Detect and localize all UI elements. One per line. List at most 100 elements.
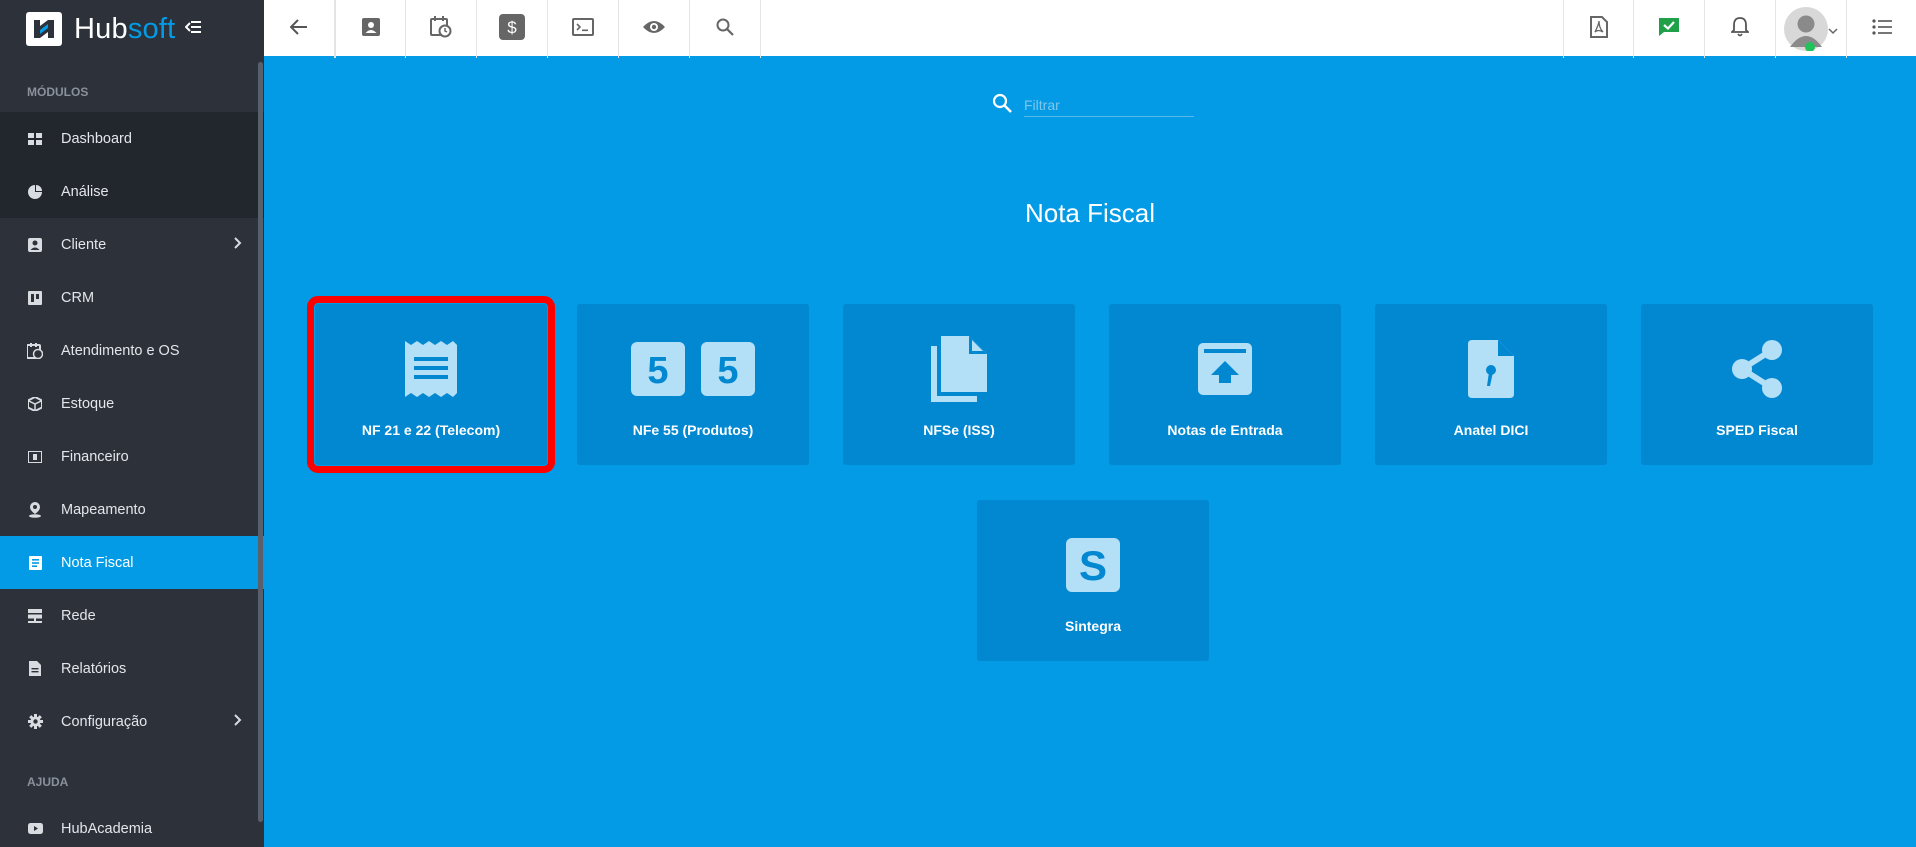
sidebar-item-crm[interactable]: CRM: [0, 271, 264, 324]
file-comma-icon: [1466, 338, 1516, 400]
tile-label: NFe 55 (Produtos): [632, 422, 754, 438]
search-icon: [716, 18, 734, 41]
tile-label: NFSe (ISS): [923, 422, 995, 438]
tile-anatel-dici[interactable]: Anatel DICI: [1375, 304, 1607, 465]
file-copy-icon: [929, 336, 989, 402]
sidebar-item-label: HubAcademia: [61, 820, 153, 837]
filter-input[interactable]: [1024, 93, 1194, 117]
tile-nf-telecom[interactable]: NF 21 e 22 (Telecom): [307, 296, 555, 473]
list-menu-button[interactable]: [1847, 0, 1916, 58]
kanban-icon: [27, 290, 43, 306]
tile-nfe-produtos[interactable]: 55 NFe 55 (Produtos): [577, 304, 809, 465]
svg-text:S: S: [1079, 542, 1107, 589]
tile-notas-entrada[interactable]: Notas de Entrada: [1109, 304, 1341, 465]
receipt-icon: [403, 338, 459, 400]
avatar: [1784, 7, 1828, 52]
sidebar-item-configuracao[interactable]: Configuração: [0, 695, 264, 748]
brand-name-part2: soft: [127, 12, 176, 45]
calendar-clock-icon: [430, 15, 452, 43]
sidebar-item-label: Cliente: [61, 236, 107, 253]
sidebar-item-label: Dashboard: [61, 130, 132, 147]
sidebar-item-mapeamento[interactable]: Mapeamento: [0, 483, 264, 536]
number-55-icon: 55: [631, 338, 755, 400]
sidebar-item-atendimento[interactable]: Atendimento e OS: [0, 324, 264, 377]
section-label-help: AJUDA: [27, 775, 69, 789]
sidebar-item-label: Análise: [61, 183, 109, 200]
sidebar-scrollbar[interactable]: [258, 62, 263, 822]
sidebar-item-financeiro[interactable]: Financeiro: [0, 430, 264, 483]
search-shortcut-button[interactable]: [690, 0, 761, 58]
sidebar: Hubsoft MÓDULOS Dashboard Análise Client…: [0, 0, 264, 847]
sidebar-item-label: Nota Fiscal: [61, 554, 134, 571]
pdf-button[interactable]: [1563, 0, 1634, 58]
check-message-icon: [1658, 17, 1680, 42]
tile-sintegra[interactable]: S Sintegra: [977, 500, 1209, 661]
report-icon: [27, 661, 43, 677]
tile-label: Notas de Entrada: [1167, 422, 1283, 438]
page-title: Nota Fiscal: [1024, 198, 1156, 228]
tile-nfse-iss[interactable]: NFSe (ISS): [843, 304, 1075, 465]
user-menu-button[interactable]: [1776, 0, 1847, 58]
top-toolbar: $: [264, 0, 1916, 58]
sidebar-item-relatorios[interactable]: Relatórios: [0, 642, 264, 695]
brand-name-part1: Hub: [74, 12, 128, 45]
pie-chart-icon: [27, 184, 43, 200]
sidebar-item-hubacademia[interactable]: HubAcademia: [0, 802, 264, 847]
sidebar-item-rede[interactable]: Rede: [0, 589, 264, 642]
sidebar-item-label: Mapeamento: [61, 501, 146, 518]
svg-text:$: $: [507, 18, 517, 37]
filter-bar: [992, 90, 1212, 120]
sidebar-item-label: Atendimento e OS: [61, 342, 180, 359]
list-icon: [1871, 18, 1892, 40]
bell-icon: [1729, 16, 1751, 42]
arrow-left-icon: [289, 18, 308, 40]
pdf-file-icon: [1589, 15, 1608, 43]
youtube-icon: [27, 821, 43, 837]
brand-name: Hubsoft: [74, 13, 175, 46]
view-shortcut-button[interactable]: [619, 0, 690, 58]
notifications-button[interactable]: [1705, 0, 1776, 58]
svg-text:5: 5: [647, 350, 668, 392]
terminal-icon: [572, 17, 594, 41]
sidebar-item-nota-fiscal[interactable]: Nota Fiscal: [0, 536, 264, 589]
tile-label: Sintegra: [1064, 618, 1121, 634]
archive-upload-icon: [1196, 338, 1254, 400]
chevron-right-icon: [234, 714, 242, 730]
finance-shortcut-button[interactable]: $: [477, 0, 548, 58]
eye-icon: [642, 19, 666, 40]
sidebar-item-label: Rede: [61, 607, 96, 624]
letter-s-icon: S: [1066, 534, 1120, 596]
money-icon: [27, 449, 43, 465]
tile-label: Anatel DICI: [1453, 422, 1529, 438]
sidebar-item-cliente[interactable]: Cliente: [0, 218, 264, 271]
contact-card-icon: [27, 237, 43, 253]
tile-sped-fiscal[interactable]: SPED Fiscal: [1641, 304, 1873, 465]
gear-icon: [27, 714, 43, 730]
sidebar-item-label: Relatórios: [61, 660, 127, 677]
schedule-shortcut-button[interactable]: [406, 0, 477, 58]
share-icon: [1728, 338, 1786, 400]
calendar-clock-icon: [27, 342, 43, 359]
sidebar-item-estoque[interactable]: Estoque: [0, 377, 264, 430]
search-icon: [992, 93, 1012, 118]
hubsoft-logo-icon[interactable]: [26, 12, 62, 46]
clients-shortcut-button[interactable]: [335, 0, 406, 58]
back-button[interactable]: [264, 0, 335, 58]
map-pin-icon: [27, 501, 43, 518]
tile-label: SPED Fiscal: [1716, 422, 1798, 438]
tasks-button[interactable]: [1634, 0, 1705, 58]
section-label-modules: MÓDULOS: [27, 85, 89, 99]
sidebar-item-analise[interactable]: Análise: [0, 165, 264, 218]
tile-label: NF 21 e 22 (Telecom): [361, 422, 501, 438]
collapse-menu-icon[interactable]: [184, 20, 202, 39]
document-icon: [27, 555, 43, 571]
dollar-icon: $: [499, 13, 525, 45]
logo-bar: Hubsoft: [0, 0, 264, 58]
sidebar-item-dashboard[interactable]: Dashboard: [0, 112, 264, 165]
svg-text:5: 5: [717, 350, 738, 392]
dashboard-icon: [27, 131, 43, 147]
server-icon: [27, 608, 43, 624]
sidebar-item-label: Configuração: [61, 713, 148, 730]
contact-card-icon: [361, 17, 380, 41]
terminal-shortcut-button[interactable]: [548, 0, 619, 58]
